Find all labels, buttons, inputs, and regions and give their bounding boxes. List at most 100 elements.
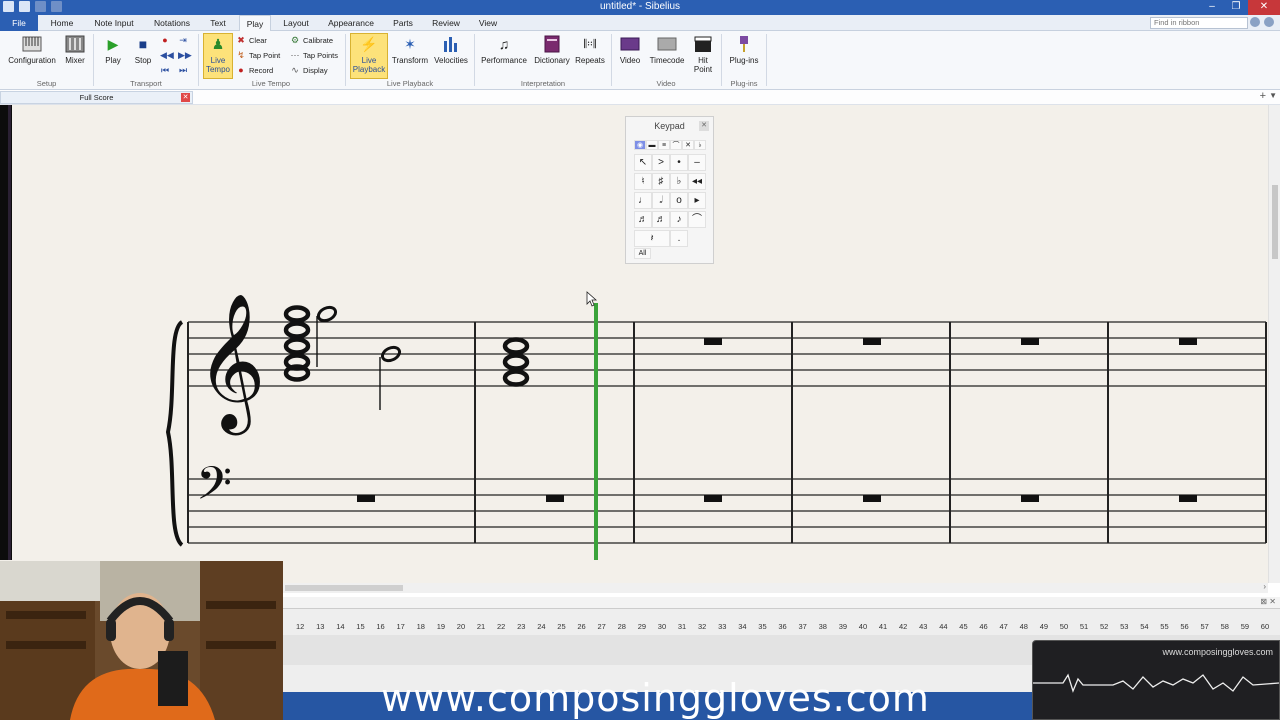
scroll-right-icon[interactable]: › [1263,582,1266,591]
keypad-dot-icon[interactable]: . [670,230,688,247]
bar-number[interactable]: 15 [356,622,364,631]
bar-number[interactable]: 21 [477,622,485,631]
minimize-ribbon-icon[interactable] [1264,17,1274,27]
bar-number[interactable]: 27 [598,622,606,631]
tab-menu-icon[interactable]: ▼ [1269,91,1277,100]
fast-forward-button[interactable]: ▶▶ [178,50,192,61]
minimize-button[interactable]: – [1200,0,1224,15]
rewind-button[interactable]: ◀◀ [160,50,174,61]
tab-appearance[interactable]: Appearance [322,15,380,31]
bar-number[interactable]: 50 [1060,622,1068,631]
keypad-rest-icon[interactable]: 𝄽 [634,230,670,247]
play-button[interactable]: ▶ Play [100,34,126,66]
bar-number[interactable]: 19 [437,622,445,631]
bar-number[interactable]: 28 [618,622,626,631]
bar-number[interactable]: 57 [1201,622,1209,631]
tab-view[interactable]: View [474,15,502,31]
bar-number[interactable]: 36 [778,622,786,631]
close-tab-icon[interactable]: ✕ [181,93,190,102]
dictionary-button[interactable]: Dictionary [530,34,574,65]
keypad-tenuto-icon[interactable]: – [688,154,706,171]
bar-number[interactable]: 60 [1261,622,1269,631]
bar-number[interactable]: 34 [738,622,746,631]
bar-number[interactable]: 35 [758,622,766,631]
keypad-sixteenth-note-icon[interactable]: ♬ [634,211,652,228]
bar-number[interactable]: 14 [336,622,344,631]
bar-number[interactable]: 52 [1100,622,1108,631]
bar-number[interactable]: 44 [939,622,947,631]
bar-number[interactable]: 38 [819,622,827,631]
bar-number[interactable]: 37 [799,622,807,631]
velocities-button[interactable]: Velocities [432,34,470,65]
bar-number[interactable]: 22 [497,622,505,631]
vertical-scrollbar[interactable] [1268,105,1280,583]
configuration-button[interactable]: Configuration [6,34,58,65]
tab-play[interactable]: Play [239,15,271,31]
keypad-tab-icon[interactable]: ⌒ [670,140,682,150]
bar-number[interactable]: 49 [1040,622,1048,631]
bar-number[interactable]: 29 [638,622,646,631]
tab-notations[interactable]: Notations [148,15,196,31]
keypad-tab-icon[interactable]: ♭ [694,140,706,150]
record-transport-button[interactable]: ● [160,35,170,45]
tab-layout[interactable]: Layout [278,15,314,31]
calibrate-button[interactable]: ⚙ Calibrate [290,35,333,46]
keypad-accent-icon[interactable]: > [652,154,670,171]
bar-number[interactable]: 33 [718,622,726,631]
bar-number[interactable]: 40 [859,622,867,631]
tab-file[interactable]: File [0,15,38,31]
bar-number[interactable]: 23 [517,622,525,631]
bar-number[interactable]: 46 [979,622,987,631]
tab-parts[interactable]: Parts [388,15,418,31]
keypad-natural-icon[interactable]: ♮ [634,173,652,190]
bar-number[interactable]: 54 [1140,622,1148,631]
keypad-eighth-note-icon[interactable]: ♪ [670,211,688,228]
tap-point-button[interactable]: ↯ Tap Point [236,50,280,61]
stop-button[interactable]: ■ Stop [130,34,156,65]
tap-points-button[interactable]: ⋯ Tap Points [290,50,339,61]
bar-number-ruler[interactable]: 12 13 14 15 16 17 18 19 20 21 22 23 24 25 26 27 28 29 30 31… [283,622,1280,634]
horizontal-scrollbar[interactable]: › [283,582,1268,593]
close-button[interactable]: ✕ [1248,0,1280,15]
tab-note-input[interactable]: Note Input [88,15,140,31]
video-button[interactable]: Video [617,34,643,65]
keypad-quarter-note-icon[interactable]: ♩ [634,192,652,209]
tab-review[interactable]: Review [426,15,466,31]
bar-number[interactable]: 55 [1160,622,1168,631]
go-to-start-button[interactable]: ⏮ [160,65,170,76]
find-in-ribbon-input[interactable]: Find in ribbon [1150,17,1248,29]
go-to-end-button[interactable]: ⏭ [178,65,188,76]
bar-number[interactable]: 20 [457,622,465,631]
display-button[interactable]: ∿ Display [290,65,327,76]
bar-number[interactable]: 25 [557,622,565,631]
keypad-close-icon[interactable]: ✕ [699,121,709,131]
keypad-tab-icon[interactable]: ✕ [682,140,694,150]
keypad-flat-icon[interactable]: ♭ [670,173,688,190]
bar-number[interactable]: 41 [879,622,887,631]
live-tempo-button[interactable]: ♟ Live Tempo [203,33,233,79]
bar-number[interactable]: 45 [959,622,967,631]
new-tab-icon[interactable]: + [1260,90,1266,102]
bar-number[interactable]: 47 [1000,622,1008,631]
keypad-layout-all[interactable]: All [634,248,651,259]
bar-number[interactable]: 32 [698,622,706,631]
bar-number[interactable]: 59 [1241,622,1249,631]
tab-full-score[interactable]: Full Score ✕ [0,91,193,104]
horizontal-scroll-thumb[interactable] [285,585,403,591]
live-playback-button[interactable]: ⚡ Live Playback [350,33,388,79]
keypad-play-icon[interactable]: ▸ [688,192,706,209]
keypad-staccato-icon[interactable]: • [670,154,688,171]
timeline-controls-icon[interactable]: ⊠ ✕ [1260,597,1276,606]
bar-number[interactable]: 30 [658,622,666,631]
bar-number[interactable]: 51 [1080,622,1088,631]
tab-text[interactable]: Text [204,15,232,31]
bar-number[interactable]: 48 [1020,622,1028,631]
keypad-tab-icon[interactable]: ≡ [658,140,670,150]
keypad-thirty-second-note-icon[interactable]: ♬ [652,211,670,228]
clear-button[interactable]: ✖ Clear [236,35,267,46]
repeats-button[interactable]: 𝄆𝄇 Repeats [575,34,605,66]
keypad-common-notes-icon[interactable]: ◉ [634,140,646,150]
bar-number[interactable]: 56 [1180,622,1188,631]
bar-number[interactable]: 58 [1221,622,1229,631]
keypad-half-note-icon[interactable]: 𝅗𝅥 [652,192,670,209]
